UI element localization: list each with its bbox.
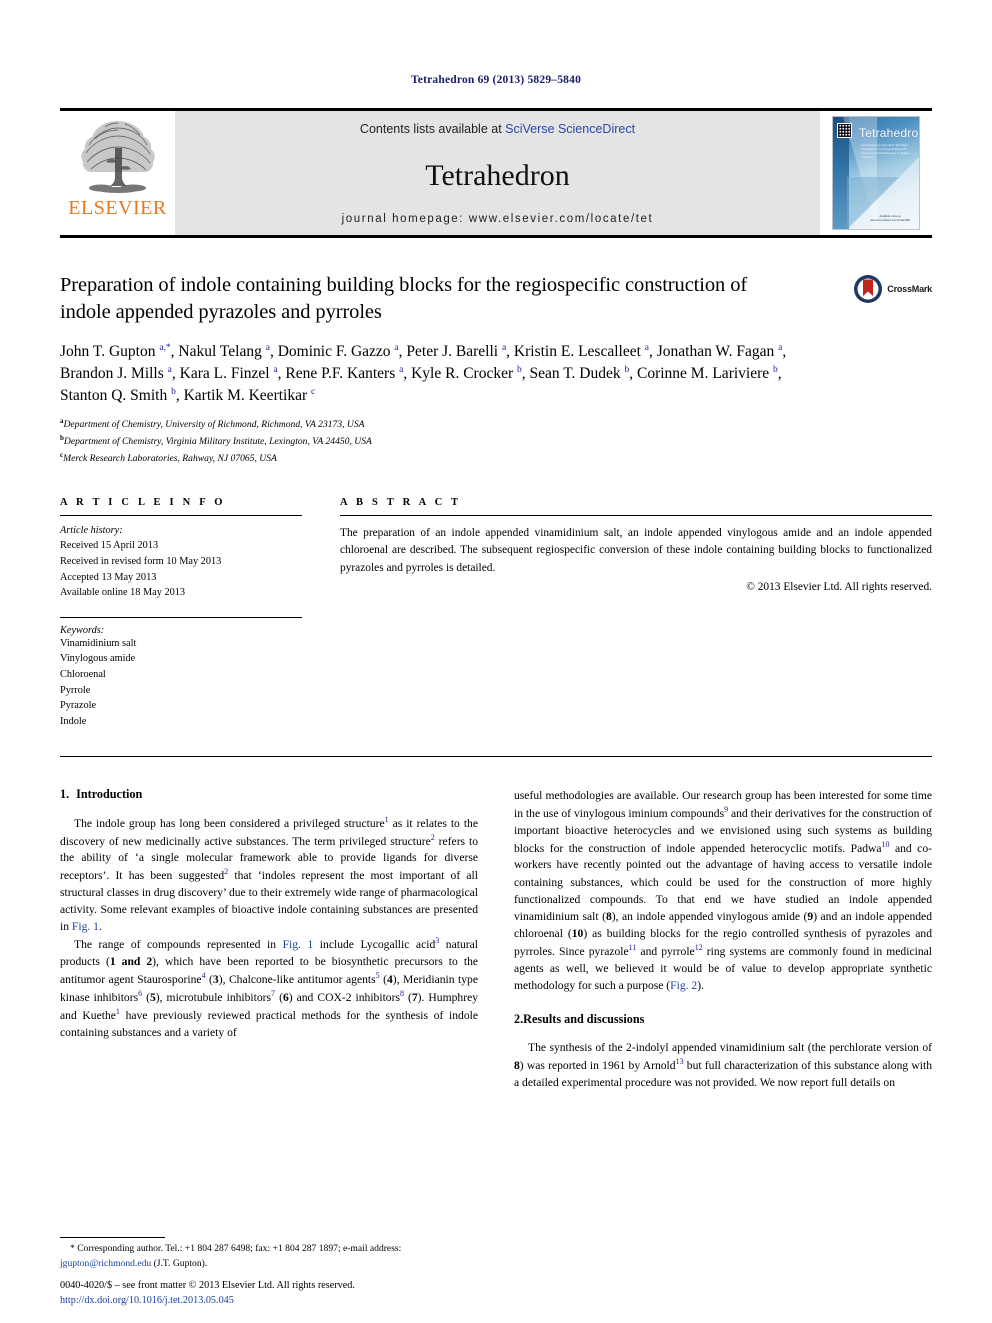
article-info-heading: A R T I C L E I N F O bbox=[60, 496, 226, 508]
section-number: 1. bbox=[60, 786, 70, 801]
abstract-copyright: © 2013 Elsevier Ltd. All rights reserved… bbox=[746, 580, 932, 593]
paragraph: The range of compounds represented in Fi… bbox=[60, 936, 479, 1040]
elsevier-wordmark: ELSEVIER bbox=[68, 197, 167, 219]
crossmark-badge[interactable]: CrossMark bbox=[853, 274, 932, 304]
corresponding-author-footnote: * Corresponding author. Tel.: +1 804 287… bbox=[60, 1237, 480, 1271]
contents-prefix: Contents lists available at bbox=[359, 122, 506, 136]
paragraph: useful methodologies are available. Our … bbox=[514, 788, 933, 992]
abstract-heading: A B S T R A C T bbox=[340, 496, 462, 508]
section-title: Results and discussions bbox=[523, 1011, 645, 1026]
abstract-column: A B S T R A C T The preparation of an in… bbox=[340, 497, 932, 730]
title-zone: Preparation of indole containing buildin… bbox=[60, 272, 932, 325]
body-columns: 1. Introduction The indole group has long… bbox=[60, 787, 932, 1091]
crossmark-icon bbox=[854, 275, 883, 303]
affiliation-list: aDepartment of Chemistry, University of … bbox=[60, 416, 932, 466]
keywords-rule bbox=[60, 616, 302, 618]
section-title: Introduction bbox=[76, 786, 143, 801]
section-heading-results: 2.Results and discussions bbox=[514, 1012, 932, 1027]
article-history-label: Article history: bbox=[60, 524, 123, 536]
sciencedirect-link[interactable]: SciVerse ScienceDirect bbox=[505, 122, 635, 136]
body-column-left: 1. Introduction The indole group has long… bbox=[60, 787, 478, 1091]
page-title: Preparation of indole containing buildin… bbox=[60, 274, 748, 323]
section-heading-introduction: 1. Introduction bbox=[60, 787, 478, 802]
footnote-rule bbox=[60, 1237, 165, 1239]
journal-cover-block: Tetrahedron An International Journal for… bbox=[820, 111, 932, 235]
article-history: Article history: Received 15 April 2013 … bbox=[60, 523, 302, 601]
affiliation-item: cMerck Research Laboratories, Rahway, NJ… bbox=[60, 450, 932, 467]
section-number: 2. bbox=[514, 1011, 524, 1026]
history-item: Received 15 April 2013 bbox=[60, 540, 159, 552]
affiliation-text: Department of Chemistry, University of R… bbox=[63, 419, 365, 431]
keyword-item: Pyrazole bbox=[60, 700, 97, 712]
info-abstract-region: A R T I C L E I N F O Article history: R… bbox=[60, 497, 932, 730]
keywords-label: Keywords: bbox=[60, 624, 105, 636]
paragraph: The indole group has long been considere… bbox=[60, 814, 478, 934]
cover-subtitle: An International Journal for the Rapid P… bbox=[861, 144, 910, 159]
contents-available-line: Contents lists available at SciVerse Sci… bbox=[360, 122, 635, 136]
history-item: Received in revised form 10 May 2013 bbox=[60, 555, 222, 567]
elsevier-tree-icon bbox=[80, 121, 155, 193]
cover-journal-title: Tetrahedron bbox=[859, 126, 920, 140]
page-footer: 0040-4020/$ – see front matter © 2013 El… bbox=[60, 1279, 560, 1309]
main-divider bbox=[60, 755, 932, 757]
abstract-text: The preparation of an indole appended vi… bbox=[340, 526, 932, 574]
journal-homepage-link[interactable]: journal homepage: www.elsevier.com/locat… bbox=[342, 213, 654, 225]
article-page: Tetrahedron 69 (2013) 5829–5840 ELSEVIER… bbox=[0, 0, 992, 1323]
cover-qr-icon bbox=[837, 123, 852, 138]
keyword-list: Vinamidinium salt Vinylogous amide Chlor… bbox=[60, 636, 302, 730]
article-info-column: A R T I C L E I N F O Article history: R… bbox=[60, 497, 302, 730]
journal-masthead: ELSEVIER Contents lists available at Sci… bbox=[60, 108, 932, 238]
cover-footer-text: Available online at www.sciencedirect.co… bbox=[869, 214, 911, 222]
keywords-block: Keywords: Vinamidinium salt Vinylogous a… bbox=[60, 625, 302, 730]
issn-copyright-line: 0040-4020/$ – see front matter © 2013 El… bbox=[60, 1280, 355, 1292]
author-list: John T. Gupton a,*, Nakul Telang a, Domi… bbox=[60, 343, 787, 405]
journal-cover-thumbnail[interactable]: Tetrahedron An International Journal for… bbox=[832, 116, 920, 230]
keyword-item: Chloroenal bbox=[60, 669, 106, 681]
affiliation-text: Department of Chemistry, Virginia Milita… bbox=[63, 436, 372, 448]
running-head: Tetrahedron 69 (2013) 5829–5840 bbox=[410, 74, 582, 86]
doi-link[interactable]: http://dx.doi.org/10.1016/j.tet.2013.05.… bbox=[60, 1294, 560, 1309]
crossmark-label: CrossMark bbox=[887, 284, 932, 294]
affiliation-item: aDepartment of Chemistry, University of … bbox=[60, 416, 932, 433]
keyword-item: Vinylogous amide bbox=[60, 653, 136, 665]
history-item: Accepted 13 May 2013 bbox=[60, 571, 157, 583]
footnote-text: * Corresponding author. Tel.: +1 804 287… bbox=[60, 1243, 402, 1269]
paragraph: The synthesis of the 2-indolyl appended … bbox=[514, 1040, 932, 1089]
keyword-item: Vinamidinium salt bbox=[60, 637, 137, 649]
affiliation-item: bDepartment of Chemistry, Virginia Milit… bbox=[60, 433, 932, 450]
affiliation-text: Merck Research Laboratories, Rahway, NJ … bbox=[63, 453, 277, 464]
abstract-rule bbox=[340, 514, 932, 516]
history-item: Available online 18 May 2013 bbox=[60, 587, 186, 599]
keyword-item: Indole bbox=[60, 715, 87, 727]
elsevier-logo-block: ELSEVIER bbox=[60, 111, 175, 235]
keyword-item: Pyrrole bbox=[60, 684, 91, 696]
article-info-rule bbox=[60, 514, 302, 516]
journal-title: Tetrahedron bbox=[425, 158, 570, 192]
body-column-right: useful methodologies are available. Our … bbox=[514, 787, 932, 1091]
masthead-center: Contents lists available at SciVerse Sci… bbox=[175, 111, 820, 235]
